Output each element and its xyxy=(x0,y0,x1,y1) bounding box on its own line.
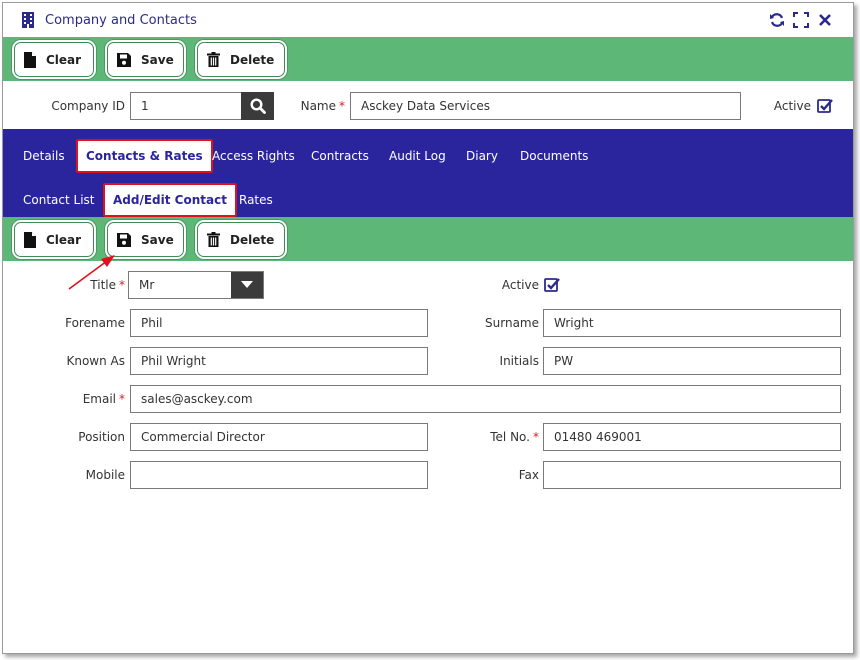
contact-delete-button-label: Delete xyxy=(230,232,275,247)
tab-diary[interactable]: Diary xyxy=(458,139,506,173)
tab-contracts[interactable]: Contracts xyxy=(303,139,377,173)
title-label: Title * xyxy=(43,271,125,299)
floppy-disk-icon xyxy=(117,232,131,247)
file-icon xyxy=(24,231,36,248)
chevron-down-icon xyxy=(231,272,263,298)
email-label: Email * xyxy=(33,385,125,413)
tab-contacts-rates[interactable]: Contacts & Rates xyxy=(76,139,213,173)
required-marker: * xyxy=(339,99,345,113)
email-field[interactable] xyxy=(130,385,841,413)
position-input[interactable] xyxy=(130,423,428,451)
company-active-checkbox[interactable] xyxy=(817,98,833,114)
tel-label-text: Tel No. xyxy=(490,430,530,444)
forename-input[interactable] xyxy=(130,309,428,337)
required-marker: * xyxy=(119,392,125,406)
search-icon xyxy=(249,98,266,114)
window-title: Company and Contacts xyxy=(45,12,197,28)
company-contacts-window: Company and Contacts Clear Save Delete C… xyxy=(2,2,854,654)
email-label-text: Email xyxy=(82,392,116,406)
known-as-label: Known As xyxy=(66,354,125,368)
company-name-input[interactable] xyxy=(350,92,741,120)
position-label: Position xyxy=(78,430,125,444)
name-label: Name * xyxy=(283,92,345,120)
title-select[interactable]: Mr xyxy=(128,271,264,299)
surname-input[interactable] xyxy=(543,309,841,337)
tel-input[interactable] xyxy=(543,423,841,451)
title-bar: Company and Contacts xyxy=(3,3,853,37)
title-label-text: Title xyxy=(90,278,116,292)
known-as-input[interactable] xyxy=(130,347,428,375)
delete-button-label: Delete xyxy=(230,52,275,67)
save-button[interactable]: Save xyxy=(107,42,184,77)
mobile-input[interactable] xyxy=(130,461,428,489)
checkbox-checked-icon xyxy=(544,278,560,292)
contact-clear-button-label: Clear xyxy=(46,232,82,247)
clear-button[interactable]: Clear xyxy=(14,42,94,77)
trash-icon xyxy=(207,52,220,67)
company-id-label: Company ID xyxy=(51,99,125,113)
subtab-add-edit-contact[interactable]: Add/Edit Contact xyxy=(103,183,237,217)
contact-active-label: Active xyxy=(501,278,539,292)
subtab-contact-list[interactable]: Contact List xyxy=(15,183,102,217)
tel-label: Tel No. * xyxy=(443,423,539,451)
contact-save-button-label: Save xyxy=(141,232,174,247)
refresh-icon[interactable] xyxy=(769,12,785,28)
company-toolbar: Clear Save Delete xyxy=(3,37,853,81)
initials-input[interactable] xyxy=(543,347,841,375)
expand-icon[interactable] xyxy=(793,12,809,28)
trash-icon xyxy=(207,232,220,247)
save-button-label: Save xyxy=(141,52,174,67)
delete-button[interactable]: Delete xyxy=(197,42,285,77)
tab-documents[interactable]: Documents xyxy=(512,139,596,173)
required-marker: * xyxy=(533,430,539,444)
tab-audit-log[interactable]: Audit Log xyxy=(381,139,454,173)
fax-label: Fax xyxy=(518,468,539,482)
mobile-label: Mobile xyxy=(85,468,125,482)
window-actions xyxy=(769,12,833,28)
close-icon[interactable] xyxy=(817,12,833,28)
subtab-rates[interactable]: Rates xyxy=(231,183,281,217)
name-label-text: Name xyxy=(300,99,336,113)
company-id-input[interactable] xyxy=(130,92,242,120)
initials-label: Initials xyxy=(499,354,539,368)
surname-label: Surname xyxy=(485,316,539,330)
contact-toolbar: Clear Save Delete xyxy=(3,217,853,261)
tab-details[interactable]: Details xyxy=(15,139,73,173)
required-marker: * xyxy=(119,278,125,292)
tab-navigation: Details Contacts & Rates Access Rights C… xyxy=(3,129,853,217)
company-search-button[interactable] xyxy=(241,92,274,120)
title-select-value: Mr xyxy=(139,278,155,292)
tab-access-rights[interactable]: Access Rights xyxy=(204,139,303,173)
fax-input[interactable] xyxy=(543,461,841,489)
checkbox-checked-icon xyxy=(817,99,833,113)
contact-active-checkbox[interactable] xyxy=(544,277,560,293)
forename-label: Forename xyxy=(65,316,125,330)
file-icon xyxy=(24,51,36,68)
clear-button-label: Clear xyxy=(46,52,82,67)
contact-delete-button[interactable]: Delete xyxy=(197,222,285,257)
building-icon xyxy=(21,12,35,28)
company-active-label: Active xyxy=(773,99,811,113)
floppy-disk-icon xyxy=(117,52,131,67)
